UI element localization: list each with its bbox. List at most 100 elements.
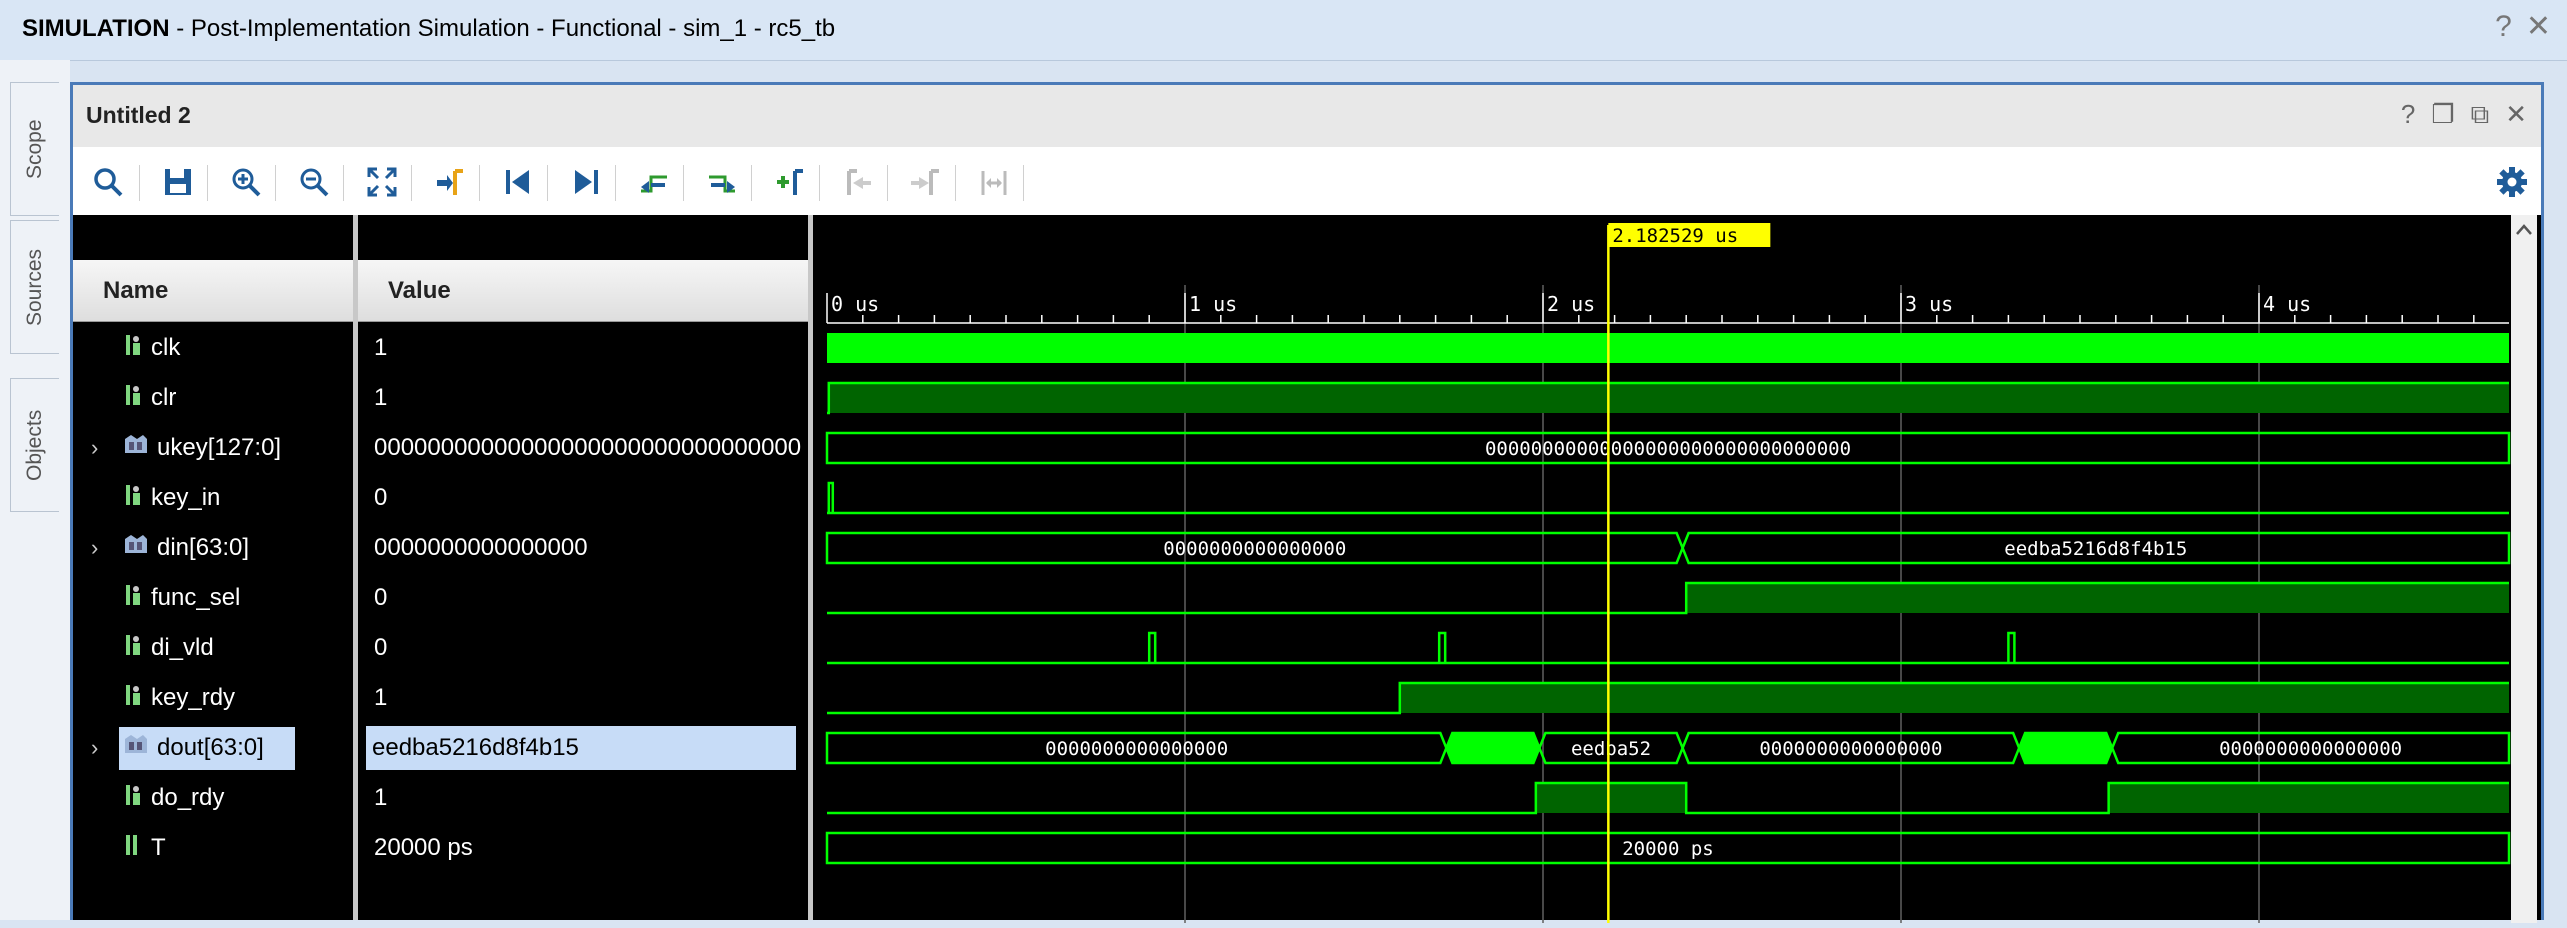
- cursor-time-label: 2.182529 us: [1612, 225, 1738, 247]
- signal-value-di-vld[interactable]: 0: [358, 623, 808, 673]
- expand-chevron-icon[interactable]: ›: [91, 535, 98, 561]
- ruler-label: 1 us: [1189, 292, 1237, 316]
- name-column: Name clk clr › ukey[127:0] key_in › din[63:0] f…: [73, 215, 353, 920]
- key-in-pulse: [827, 481, 835, 513]
- dout-segment: [2017, 731, 2114, 765]
- signal-row-t[interactable]: T: [73, 823, 353, 873]
- clr-high-fill: [828, 383, 2509, 413]
- vertical-scrollbar[interactable]: [2511, 215, 2537, 923]
- signal-row-clr[interactable]: clr: [73, 373, 353, 423]
- func-sel-high-fill: [1686, 583, 2509, 613]
- signal-row-func-sel[interactable]: func_sel: [73, 573, 353, 623]
- bus-signal-icon: [123, 533, 149, 564]
- signal-name: key_rdy: [151, 684, 236, 711]
- dout-value: eedba52: [1571, 738, 1651, 760]
- signal-value-key-rdy[interactable]: 1: [358, 673, 808, 723]
- window-restore-icon[interactable]: ❐: [2431, 99, 2454, 131]
- signal-value-text: 00000000000000000000000000000000: [374, 434, 802, 461]
- bit-signal-icon: [123, 333, 143, 364]
- settings-icon[interactable]: [2491, 161, 2533, 203]
- signal-value-text: 1: [374, 334, 388, 361]
- save-icon[interactable]: [157, 161, 199, 203]
- signal-value-ukey[interactable]: 00000000000000000000000000000000: [358, 423, 808, 473]
- do-rdy-high-fill: [2108, 783, 2509, 813]
- add-marker-icon[interactable]: [769, 161, 811, 203]
- expand-chevron-icon[interactable]: ›: [91, 735, 98, 761]
- signal-row-din[interactable]: › din[63:0]: [73, 523, 353, 573]
- waveform-window: Untitled 2 ? ❐ ⧉ ✕ Name clk clr › ukey[1…: [70, 82, 2544, 923]
- value-column-header[interactable]: Value: [358, 260, 808, 322]
- signal-name: do_rdy: [151, 784, 225, 811]
- go-to-time-zero-icon[interactable]: [497, 161, 539, 203]
- zoom-fit-icon[interactable]: [361, 161, 403, 203]
- signal-row-do-rdy[interactable]: do_rdy: [73, 773, 353, 823]
- expand-chevron-icon[interactable]: ›: [91, 435, 98, 461]
- signal-row-ukey[interactable]: › ukey[127:0]: [73, 423, 353, 473]
- zoom-in-icon[interactable]: [225, 161, 267, 203]
- bit-signal-icon: [123, 483, 143, 514]
- signal-row-clk[interactable]: clk: [73, 323, 353, 373]
- bit-signal-icon: [123, 383, 143, 414]
- signal-value-text: 0: [374, 634, 388, 661]
- signal-name: func_sel: [151, 584, 241, 611]
- left-sidebar: Scope Sources Objects: [0, 60, 70, 920]
- signal-row-key-rdy[interactable]: key_rdy: [73, 673, 353, 723]
- signal-value-dout[interactable]: eedba5216d8f4b15: [358, 723, 808, 773]
- signal-name: di_vld: [151, 634, 214, 661]
- signal-value-clk[interactable]: 1: [358, 323, 808, 373]
- signal-value-func-sel[interactable]: 0: [358, 573, 808, 623]
- parameter-icon: [123, 833, 143, 864]
- next-marker-icon: [905, 161, 947, 203]
- signal-value-din[interactable]: 0000000000000000: [358, 523, 808, 573]
- signal-value-text: 1: [374, 784, 388, 811]
- waveform-content: Name clk clr › ukey[127:0] key_in › din[63:0] f…: [73, 215, 2541, 923]
- waveform-canvas[interactable]: 0 us 1 us 2 us 3 us 4 us 0000000000000000000…: [817, 215, 2537, 923]
- signal-value-text: 1: [374, 684, 388, 711]
- signal-value-text: eedba5216d8f4b15: [366, 726, 796, 770]
- key-rdy-high-fill: [1399, 683, 2509, 713]
- dout-value: 0000000000000000: [1045, 738, 1228, 760]
- bus-signal-icon: [123, 433, 149, 464]
- signal-value-text: 1: [374, 384, 388, 411]
- signal-value-text: 0000000000000000: [374, 534, 588, 561]
- help-icon[interactable]: ?: [2495, 12, 2512, 42]
- signal-row-di-vld[interactable]: di_vld: [73, 623, 353, 673]
- tab-sources[interactable]: Sources: [10, 220, 59, 354]
- previous-transition-icon[interactable]: [633, 161, 675, 203]
- app-title: SIMULATION - Post-Implementation Simulat…: [22, 15, 835, 43]
- signal-value-clr[interactable]: 1: [358, 373, 808, 423]
- bit-signal-icon: [123, 583, 143, 614]
- bit-signal-icon: [123, 783, 143, 814]
- window-float-icon[interactable]: ⧉: [2471, 99, 2490, 131]
- signal-value-key-in[interactable]: 0: [358, 473, 808, 523]
- signal-row-key-in[interactable]: key_in: [73, 473, 353, 523]
- waveform-pane[interactable]: 0 us 1 us 2 us 3 us 4 us 0000000000000000000…: [817, 215, 2537, 923]
- ruler-label: 2 us: [1547, 292, 1595, 316]
- signal-value-t[interactable]: 20000 ps: [358, 823, 808, 873]
- ruler-label: 0 us: [831, 292, 879, 316]
- signal-name: clk: [151, 334, 181, 361]
- dout-segment: [1444, 731, 1541, 765]
- signal-name: key_in: [151, 484, 221, 511]
- signal-value-text: 0: [374, 584, 388, 611]
- go-to-cursor-icon[interactable]: [429, 161, 471, 203]
- t-param-value: 20000 ps: [1622, 838, 1714, 860]
- signal-row-dout[interactable]: › dout[63:0]: [73, 723, 353, 773]
- name-column-header[interactable]: Name: [73, 260, 353, 322]
- ruler-label: 3 us: [1905, 292, 1953, 316]
- close-icon[interactable]: ✕: [2526, 12, 2551, 42]
- tab-objects[interactable]: Objects: [10, 378, 59, 512]
- next-transition-icon[interactable]: [701, 161, 743, 203]
- window-help-icon[interactable]: ?: [2401, 99, 2415, 131]
- di-vld-pulse: [2007, 631, 2016, 663]
- signal-value-do-rdy[interactable]: 1: [358, 773, 808, 823]
- zoom-out-icon[interactable]: [293, 161, 335, 203]
- di-vld-pulse: [1437, 631, 1447, 663]
- title-bar: SIMULATION - Post-Implementation Simulat…: [0, 0, 2567, 61]
- window-close-icon[interactable]: ✕: [2505, 99, 2527, 131]
- bit-signal-icon: [123, 633, 143, 664]
- tab-scope[interactable]: Scope: [10, 82, 59, 216]
- go-to-last-time-icon[interactable]: [565, 161, 607, 203]
- dout-value: 0000000000000000: [2219, 738, 2402, 760]
- search-icon[interactable]: [87, 161, 129, 203]
